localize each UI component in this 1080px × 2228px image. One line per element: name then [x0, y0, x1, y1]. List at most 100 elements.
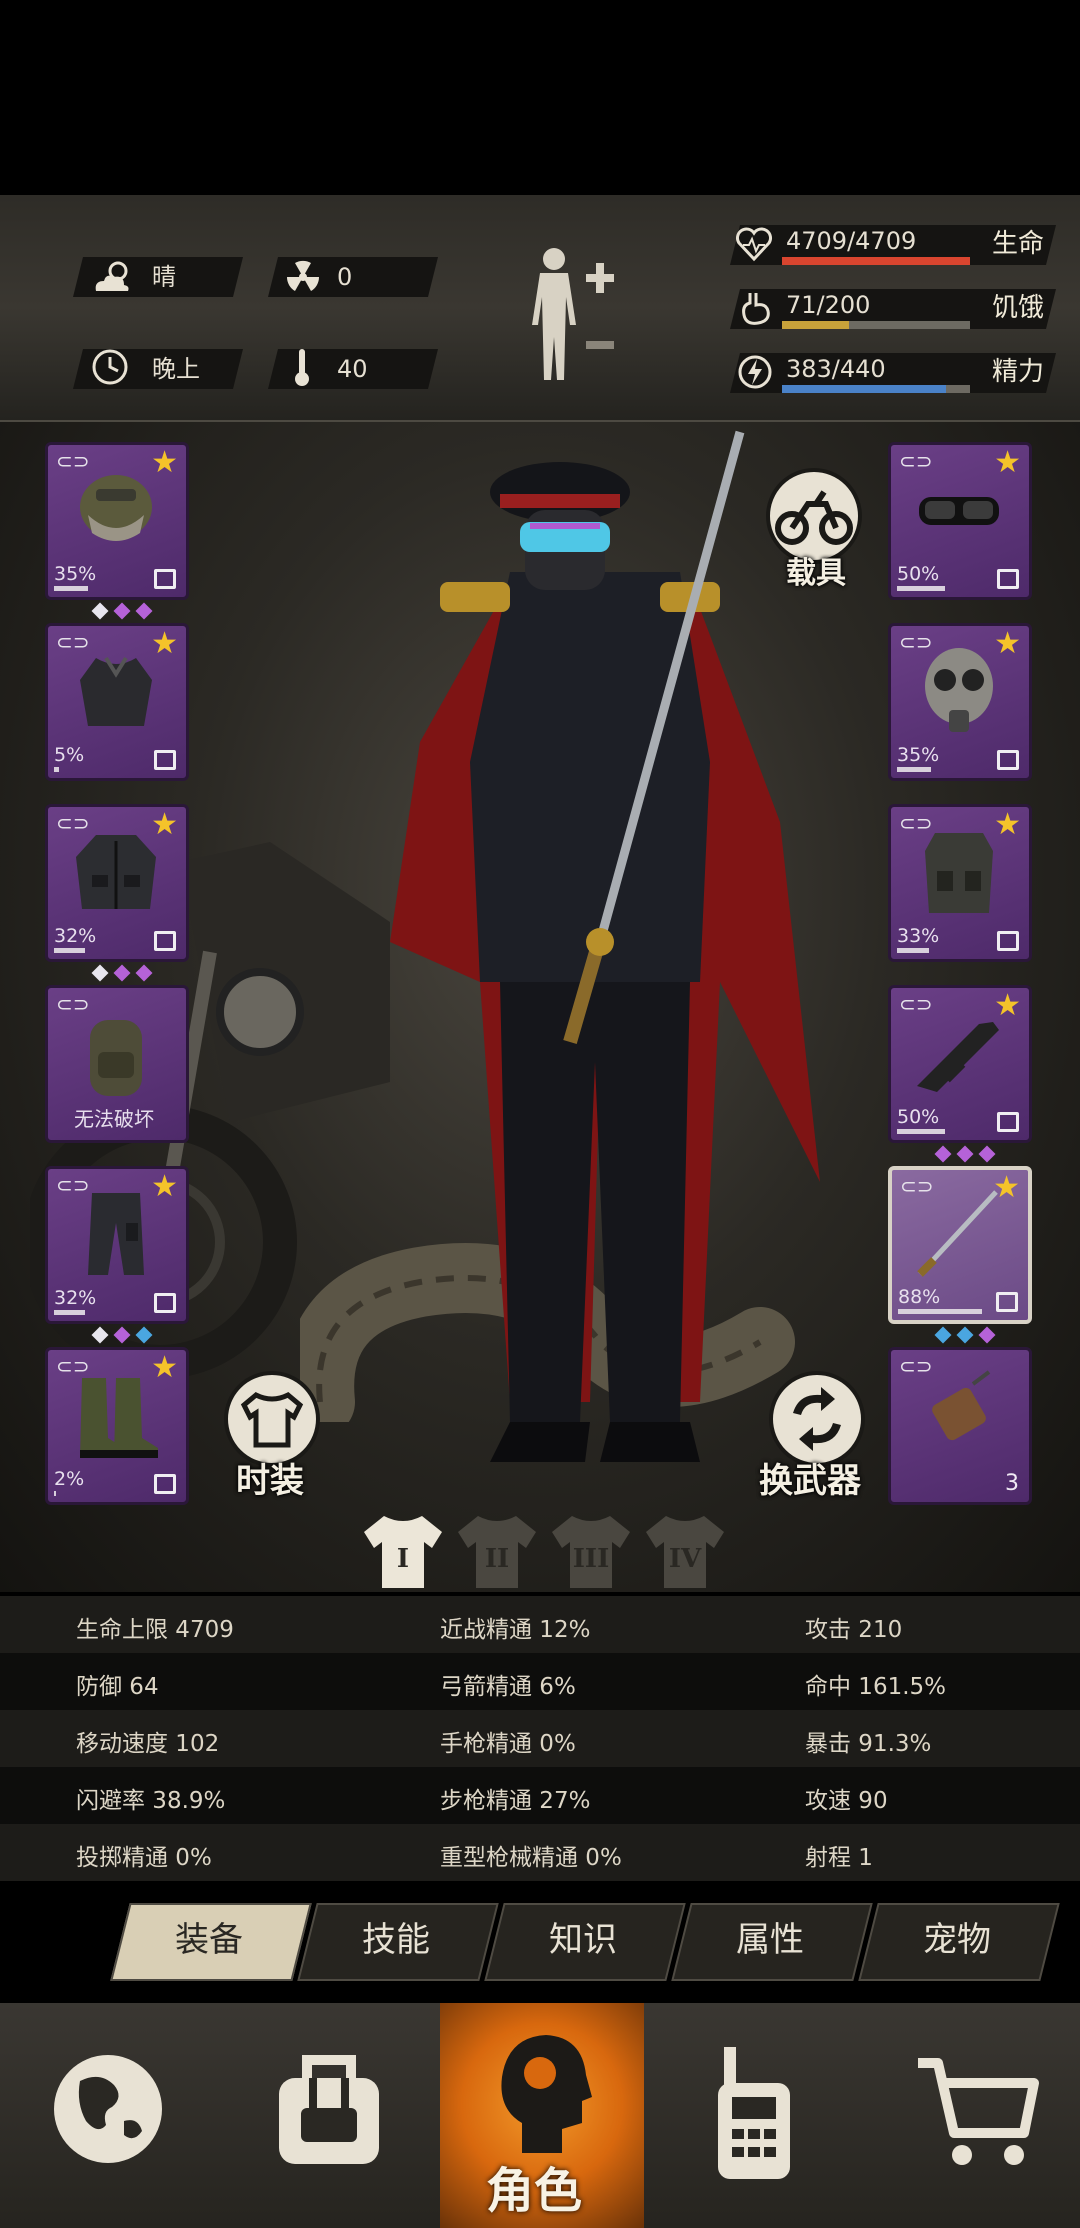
left-slot-backpack[interactable]: ⊂⊃ 无法破坏 — [45, 985, 189, 1143]
slot-durability-text: 32% — [54, 925, 97, 947]
body-status-button[interactable] — [520, 245, 630, 385]
right-slot-katana[interactable]: ⊂⊃ ★ 88% — [888, 1166, 1032, 1324]
outfit-tab-label: III — [572, 1544, 610, 1574]
stats-row: 闪避率 38.9% 步枪精通 27% 攻速 90 — [0, 1767, 1080, 1824]
star-icon: ★ — [151, 1350, 178, 1385]
stats-row: 投掷精通 0% 重型枪械精通 0% 射程 1 — [0, 1824, 1080, 1881]
backpack-icon — [66, 1002, 166, 1106]
gem-purple — [113, 602, 131, 620]
hunger-bar-fill — [782, 321, 849, 329]
gem-blue — [135, 1326, 153, 1344]
right-slot-rifle[interactable]: ⊂⊃ ★ 50% — [888, 985, 1032, 1143]
stat-item: 移动速度 102 — [76, 1731, 220, 1757]
lock-icon — [154, 1293, 176, 1313]
outfit-tab-3[interactable]: III — [546, 1510, 636, 1590]
right-slot-vest[interactable]: ⊂⊃ ★ 33% — [888, 804, 1032, 962]
slot-durability-text: 88% — [898, 1286, 941, 1308]
lock-icon — [997, 569, 1019, 589]
outfit-tab-1[interactable]: I — [358, 1510, 448, 1590]
stat-item: 射程 1 — [805, 1845, 873, 1871]
nav-character-label: 角色 — [486, 2163, 583, 2219]
slot-durability-bar — [898, 1309, 983, 1314]
costume-button[interactable]: 时装 — [220, 1367, 340, 1502]
gem-purple — [113, 1326, 131, 1344]
gem-sockets — [920, 1326, 1010, 1345]
backpack-icon — [279, 2055, 379, 2164]
slot-durability-text: 32% — [54, 1287, 97, 1309]
right-slot-explosive[interactable]: ⊂⊃ 3 — [888, 1347, 1032, 1505]
slot-durability-bar — [54, 586, 88, 591]
character-figure — [390, 430, 820, 1462]
lightning-icon — [738, 355, 772, 389]
star-icon: ★ — [994, 626, 1021, 661]
gem-purple — [934, 1145, 952, 1163]
stats-row: 生命上限 4709 近战精通 12% 攻击 210 — [0, 1596, 1080, 1653]
slot-durability-bar — [54, 1491, 56, 1496]
thermometer-icon — [295, 349, 309, 386]
weather-text: 晴 — [152, 263, 176, 291]
outfit-tab-2[interactable]: II — [452, 1510, 542, 1590]
left-slot-boots[interactable]: ⊂⊃ ★ 2% — [45, 1347, 189, 1505]
right-slot-goggles[interactable]: ⊂⊃ ★ 50% — [888, 442, 1032, 600]
vehicle-button-label: 载具 — [786, 556, 846, 591]
nav-radio[interactable] — [644, 2003, 860, 2228]
hunger-bar — [782, 321, 970, 329]
stomach-icon — [742, 293, 770, 325]
lock-icon — [996, 1292, 1018, 1312]
left-slot-sweater[interactable]: ⊂⊃ ★ 5% — [45, 623, 189, 781]
lock-icon — [997, 1112, 1019, 1132]
star-icon: ★ — [993, 1170, 1020, 1205]
slot-count: 3 — [1005, 1471, 1019, 1496]
health-bar-fill — [782, 257, 970, 265]
star-icon: ★ — [994, 807, 1021, 842]
costume-button-label: 时装 — [236, 1461, 304, 1501]
nav-inventory[interactable] — [216, 2003, 432, 2228]
slot-durability-bar — [897, 948, 929, 953]
stat-item: 暴击 91.3% — [805, 1731, 932, 1757]
slot-durability-text: 2% — [54, 1468, 85, 1490]
outfit-tab-label: IV — [668, 1544, 702, 1574]
nav-world-map[interactable] — [0, 2003, 216, 2228]
gem-white — [91, 1326, 109, 1344]
energy-text: 383/440 — [786, 355, 886, 383]
slot-durability-text: 50% — [897, 563, 940, 585]
left-slot-helmet[interactable]: ⊂⊃ ★ 35% — [45, 442, 189, 600]
vehicle-button[interactable]: 载具 — [762, 464, 872, 591]
gem-sockets — [920, 1145, 1010, 1164]
left-slot-jacket[interactable]: ⊂⊃ ★ 32% — [45, 804, 189, 962]
slot-durability-bar — [54, 767, 59, 772]
gem-purple — [956, 1145, 974, 1163]
left-slot-pants[interactable]: ⊂⊃ ★ 32% — [45, 1166, 189, 1324]
health-bar — [782, 257, 970, 265]
swap-weapon-button[interactable]: 换武器 — [755, 1367, 885, 1502]
walkie-talkie-icon — [718, 2047, 790, 2179]
right-slot-gas-mask[interactable]: ⊂⊃ ★ 35% — [888, 623, 1032, 781]
shopping-cart-icon — [918, 2058, 1039, 2165]
tab-label: 技能 — [362, 1920, 430, 1960]
globe-icon — [54, 2055, 162, 2163]
nav-shop[interactable] — [864, 2003, 1080, 2228]
gem-white — [91, 964, 109, 982]
lock-icon — [154, 1474, 176, 1494]
gem-purple — [978, 1326, 996, 1344]
slot-durability-bar — [897, 767, 931, 772]
hunger-text: 71/200 — [786, 291, 871, 319]
stat-item: 步枪精通 27% — [440, 1788, 591, 1814]
health-text: 4709/4709 — [786, 227, 917, 255]
stats-row: 移动速度 102 手枪精通 0% 暴击 91.3% — [0, 1710, 1080, 1767]
star-icon: ★ — [151, 807, 178, 842]
lock-icon — [997, 750, 1019, 770]
nav-character[interactable]: 角色 — [440, 2003, 644, 2228]
outfit-tab-label: I — [396, 1544, 410, 1574]
radiation-text: 0 — [337, 263, 353, 291]
slot-durability-text: 35% — [54, 563, 97, 585]
star-icon: ★ — [151, 626, 178, 661]
outfit-tab-4[interactable]: IV — [640, 1510, 730, 1590]
health-label: 生命 — [992, 229, 1045, 259]
stat-item: 重型枪械精通 0% — [440, 1845, 622, 1871]
gem-purple — [135, 964, 153, 982]
star-icon: ★ — [151, 1169, 178, 1204]
gem-blue — [934, 1326, 952, 1344]
slot-durability-text: 5% — [54, 744, 85, 766]
stat-item: 命中 161.5% — [805, 1674, 947, 1700]
